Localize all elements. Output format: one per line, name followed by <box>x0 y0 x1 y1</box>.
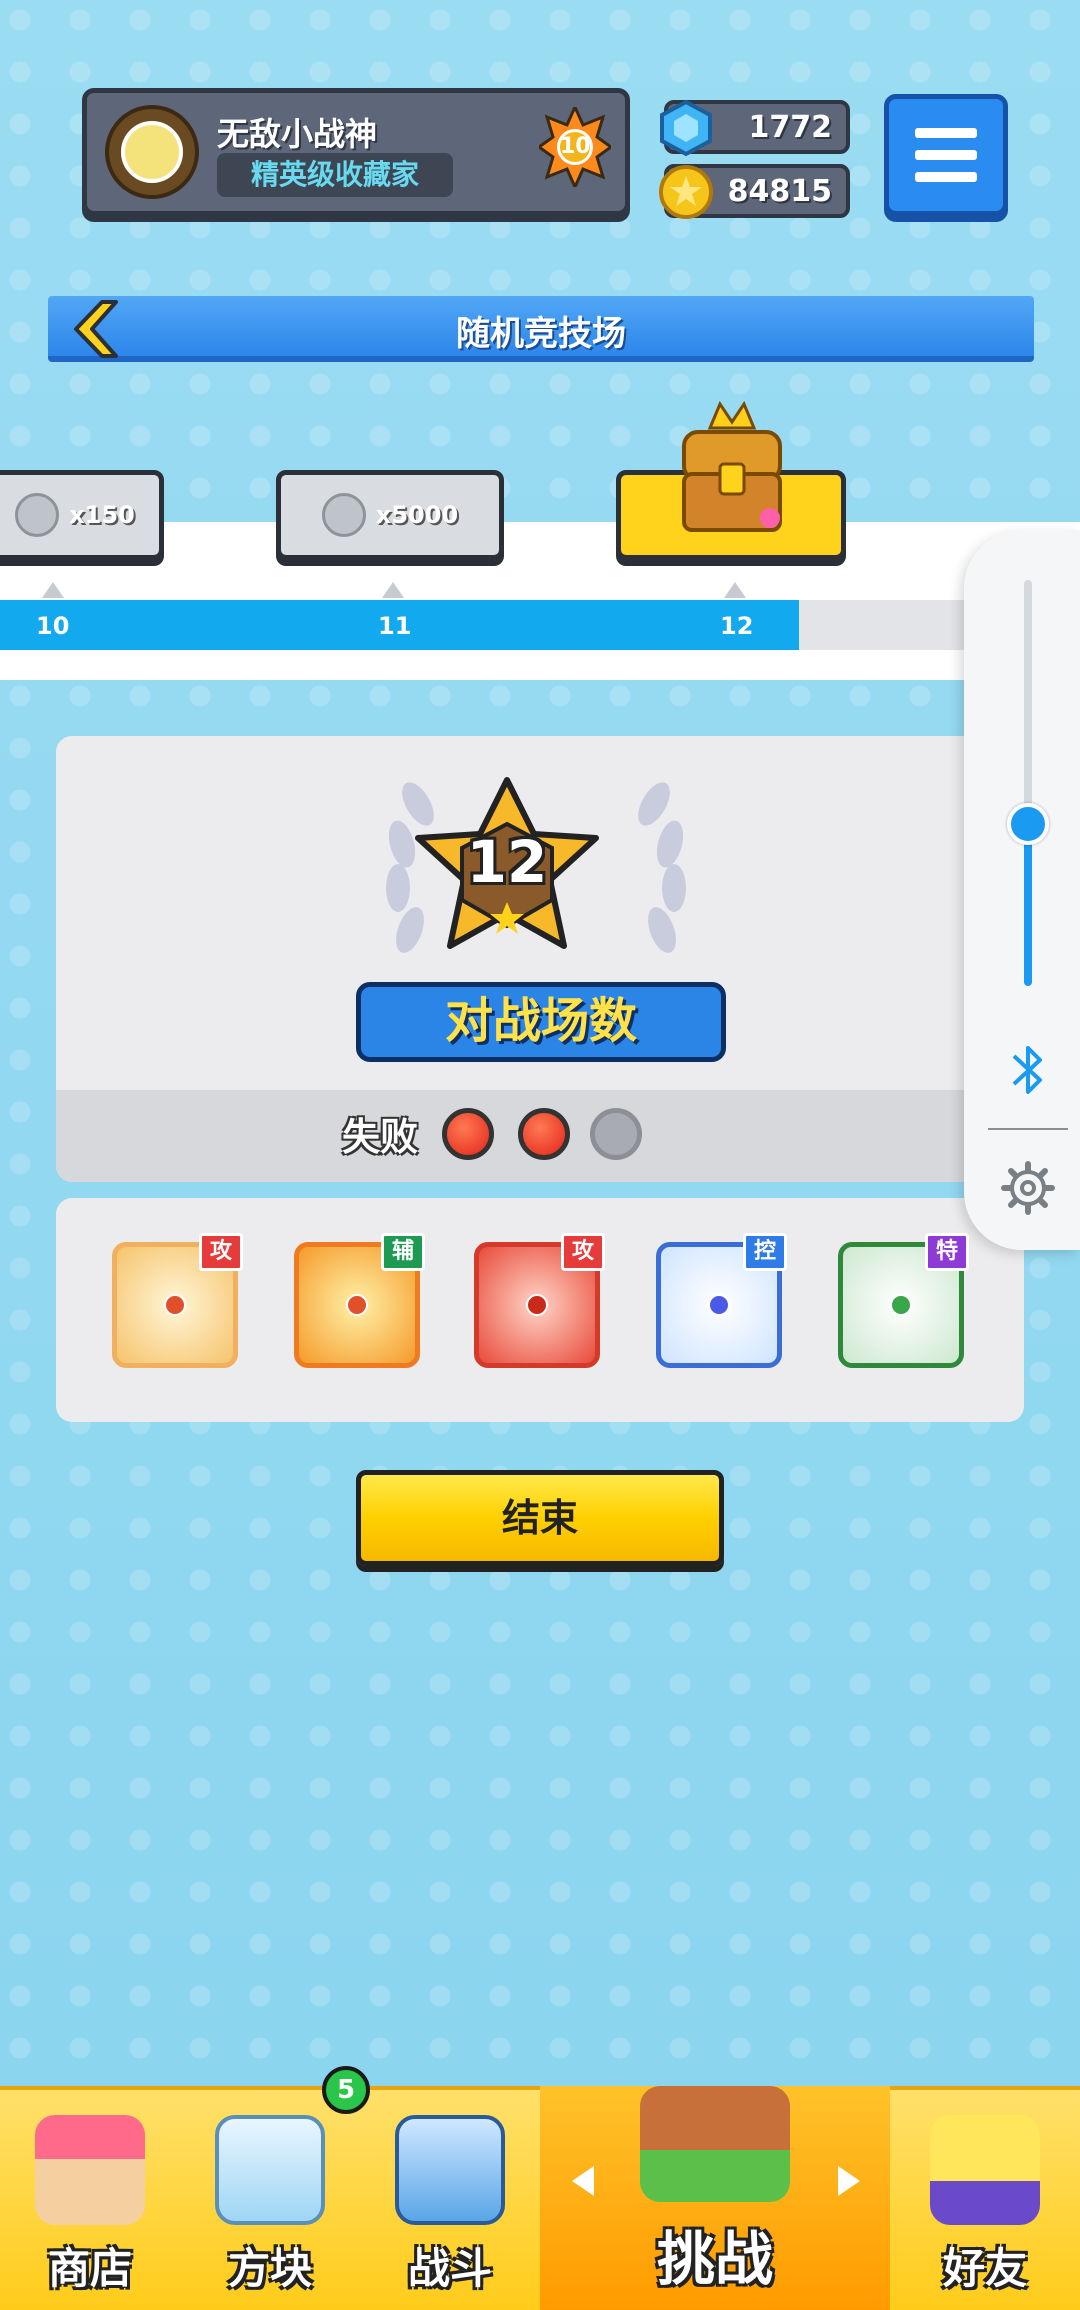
level-number: 10 <box>557 129 593 165</box>
skill-tag: 攻 <box>199 1233 243 1271</box>
nav-item-challenge[interactable]: 挑战 <box>540 2086 890 2310</box>
reward-amount: x5000 <box>375 501 459 529</box>
reward-amount: x150 <box>69 501 135 529</box>
nav-item-battle[interactable]: 战斗 <box>360 2086 540 2310</box>
volume-knob[interactable] <box>1007 802 1049 845</box>
friends-icon <box>930 2115 1040 2225</box>
tick-label: 12 <box>720 612 754 640</box>
menu-button[interactable] <box>884 94 1008 216</box>
skill-tag: 攻 <box>561 1233 605 1271</box>
fire-icon <box>526 1294 548 1316</box>
skill-slot-snowflake[interactable]: 控 <box>656 1233 787 1368</box>
sword-icon <box>346 1294 368 1316</box>
skill-slot-bow[interactable]: 攻 <box>112 1233 243 1368</box>
player-title: 精英级收藏家 <box>217 153 453 197</box>
bow-icon <box>164 1294 186 1316</box>
loss-label: 失败 <box>342 1115 419 1159</box>
hamburger-icon <box>915 128 977 138</box>
nav-label: 战斗 <box>407 2244 492 2293</box>
skill-slot-plant[interactable]: 特 <box>838 1233 969 1368</box>
reward-box-coins[interactable]: x5000 <box>276 470 504 560</box>
treasure-chest-icon <box>682 400 782 532</box>
nav-label: 商店 <box>47 2244 132 2293</box>
skill-loadout: 攻 辅 攻 控 特 <box>56 1198 1024 1422</box>
skill-tag: 辅 <box>381 1233 425 1271</box>
nav-label: 好友 <box>942 2244 1027 2293</box>
gem-icon <box>15 493 60 537</box>
nav-label: 挑战 <box>656 2225 773 2293</box>
gem-icon <box>660 99 712 157</box>
volume-panel <box>964 530 1080 1250</box>
gem-count: 1772 <box>748 110 833 145</box>
level-badge: 10 <box>539 107 611 187</box>
nav-item-blocks[interactable]: 方块 <box>180 2086 360 2310</box>
tick-label: 11 <box>378 612 412 640</box>
skill-tag: 特 <box>925 1233 969 1271</box>
battle-icon <box>395 2115 505 2225</box>
challenge-icon <box>640 2086 790 2202</box>
loss-indicator-empty <box>590 1108 642 1160</box>
match-count-banner: 对战场数 <box>356 982 726 1062</box>
loss-indicator-filled <box>518 1108 570 1160</box>
skill-slot-fire[interactable]: 攻 <box>474 1233 605 1368</box>
shop-icon <box>35 2115 145 2225</box>
coin-icon <box>659 165 713 219</box>
avatar[interactable] <box>105 105 199 199</box>
block-icon <box>215 2115 325 2225</box>
nav-label: 方块 <box>227 2244 312 2293</box>
skill-tag: 控 <box>743 1233 787 1271</box>
nav-item-shop[interactable]: 商店 <box>0 2086 180 2310</box>
plant-icon <box>890 1294 912 1316</box>
divider <box>988 1128 1068 1130</box>
gem-counter[interactable]: 1772 <box>660 99 850 157</box>
tick-marker <box>382 582 404 598</box>
tick-marker <box>724 582 746 598</box>
nav-item-friends[interactable]: 好友 <box>890 2086 1080 2310</box>
coin-icon <box>321 493 366 537</box>
reward-box-gems[interactable]: x150 <box>0 470 164 560</box>
skill-slot-sword[interactable]: 辅 <box>294 1233 425 1368</box>
player-name: 无敌小战神 <box>217 115 378 153</box>
bluetooth-icon[interactable] <box>1006 1040 1050 1100</box>
snowflake-icon <box>708 1294 730 1316</box>
gear-icon[interactable] <box>1000 1160 1056 1216</box>
page-title: 随机竞技场 <box>456 314 626 354</box>
coin-counter[interactable]: 84815 <box>659 164 850 219</box>
loss-indicator-filled <box>442 1108 494 1160</box>
match-stats-card: 12 对战场数 失败 <box>56 736 1024 1182</box>
nav-left-arrow-icon[interactable] <box>572 2166 594 2196</box>
match-count: 12 <box>466 828 548 896</box>
nav-right-arrow-icon[interactable] <box>838 2166 860 2196</box>
tick-label: 10 <box>36 612 70 640</box>
volume-fill <box>1024 823 1032 986</box>
end-button[interactable]: 结束 <box>356 1470 724 1566</box>
tick-marker <box>42 582 64 598</box>
arena-header: 随机竞技场 <box>48 296 1034 362</box>
profile-card[interactable]: 无敌小战神 精英级收藏家 10 <box>82 88 630 216</box>
coin-count: 84815 <box>727 174 832 209</box>
